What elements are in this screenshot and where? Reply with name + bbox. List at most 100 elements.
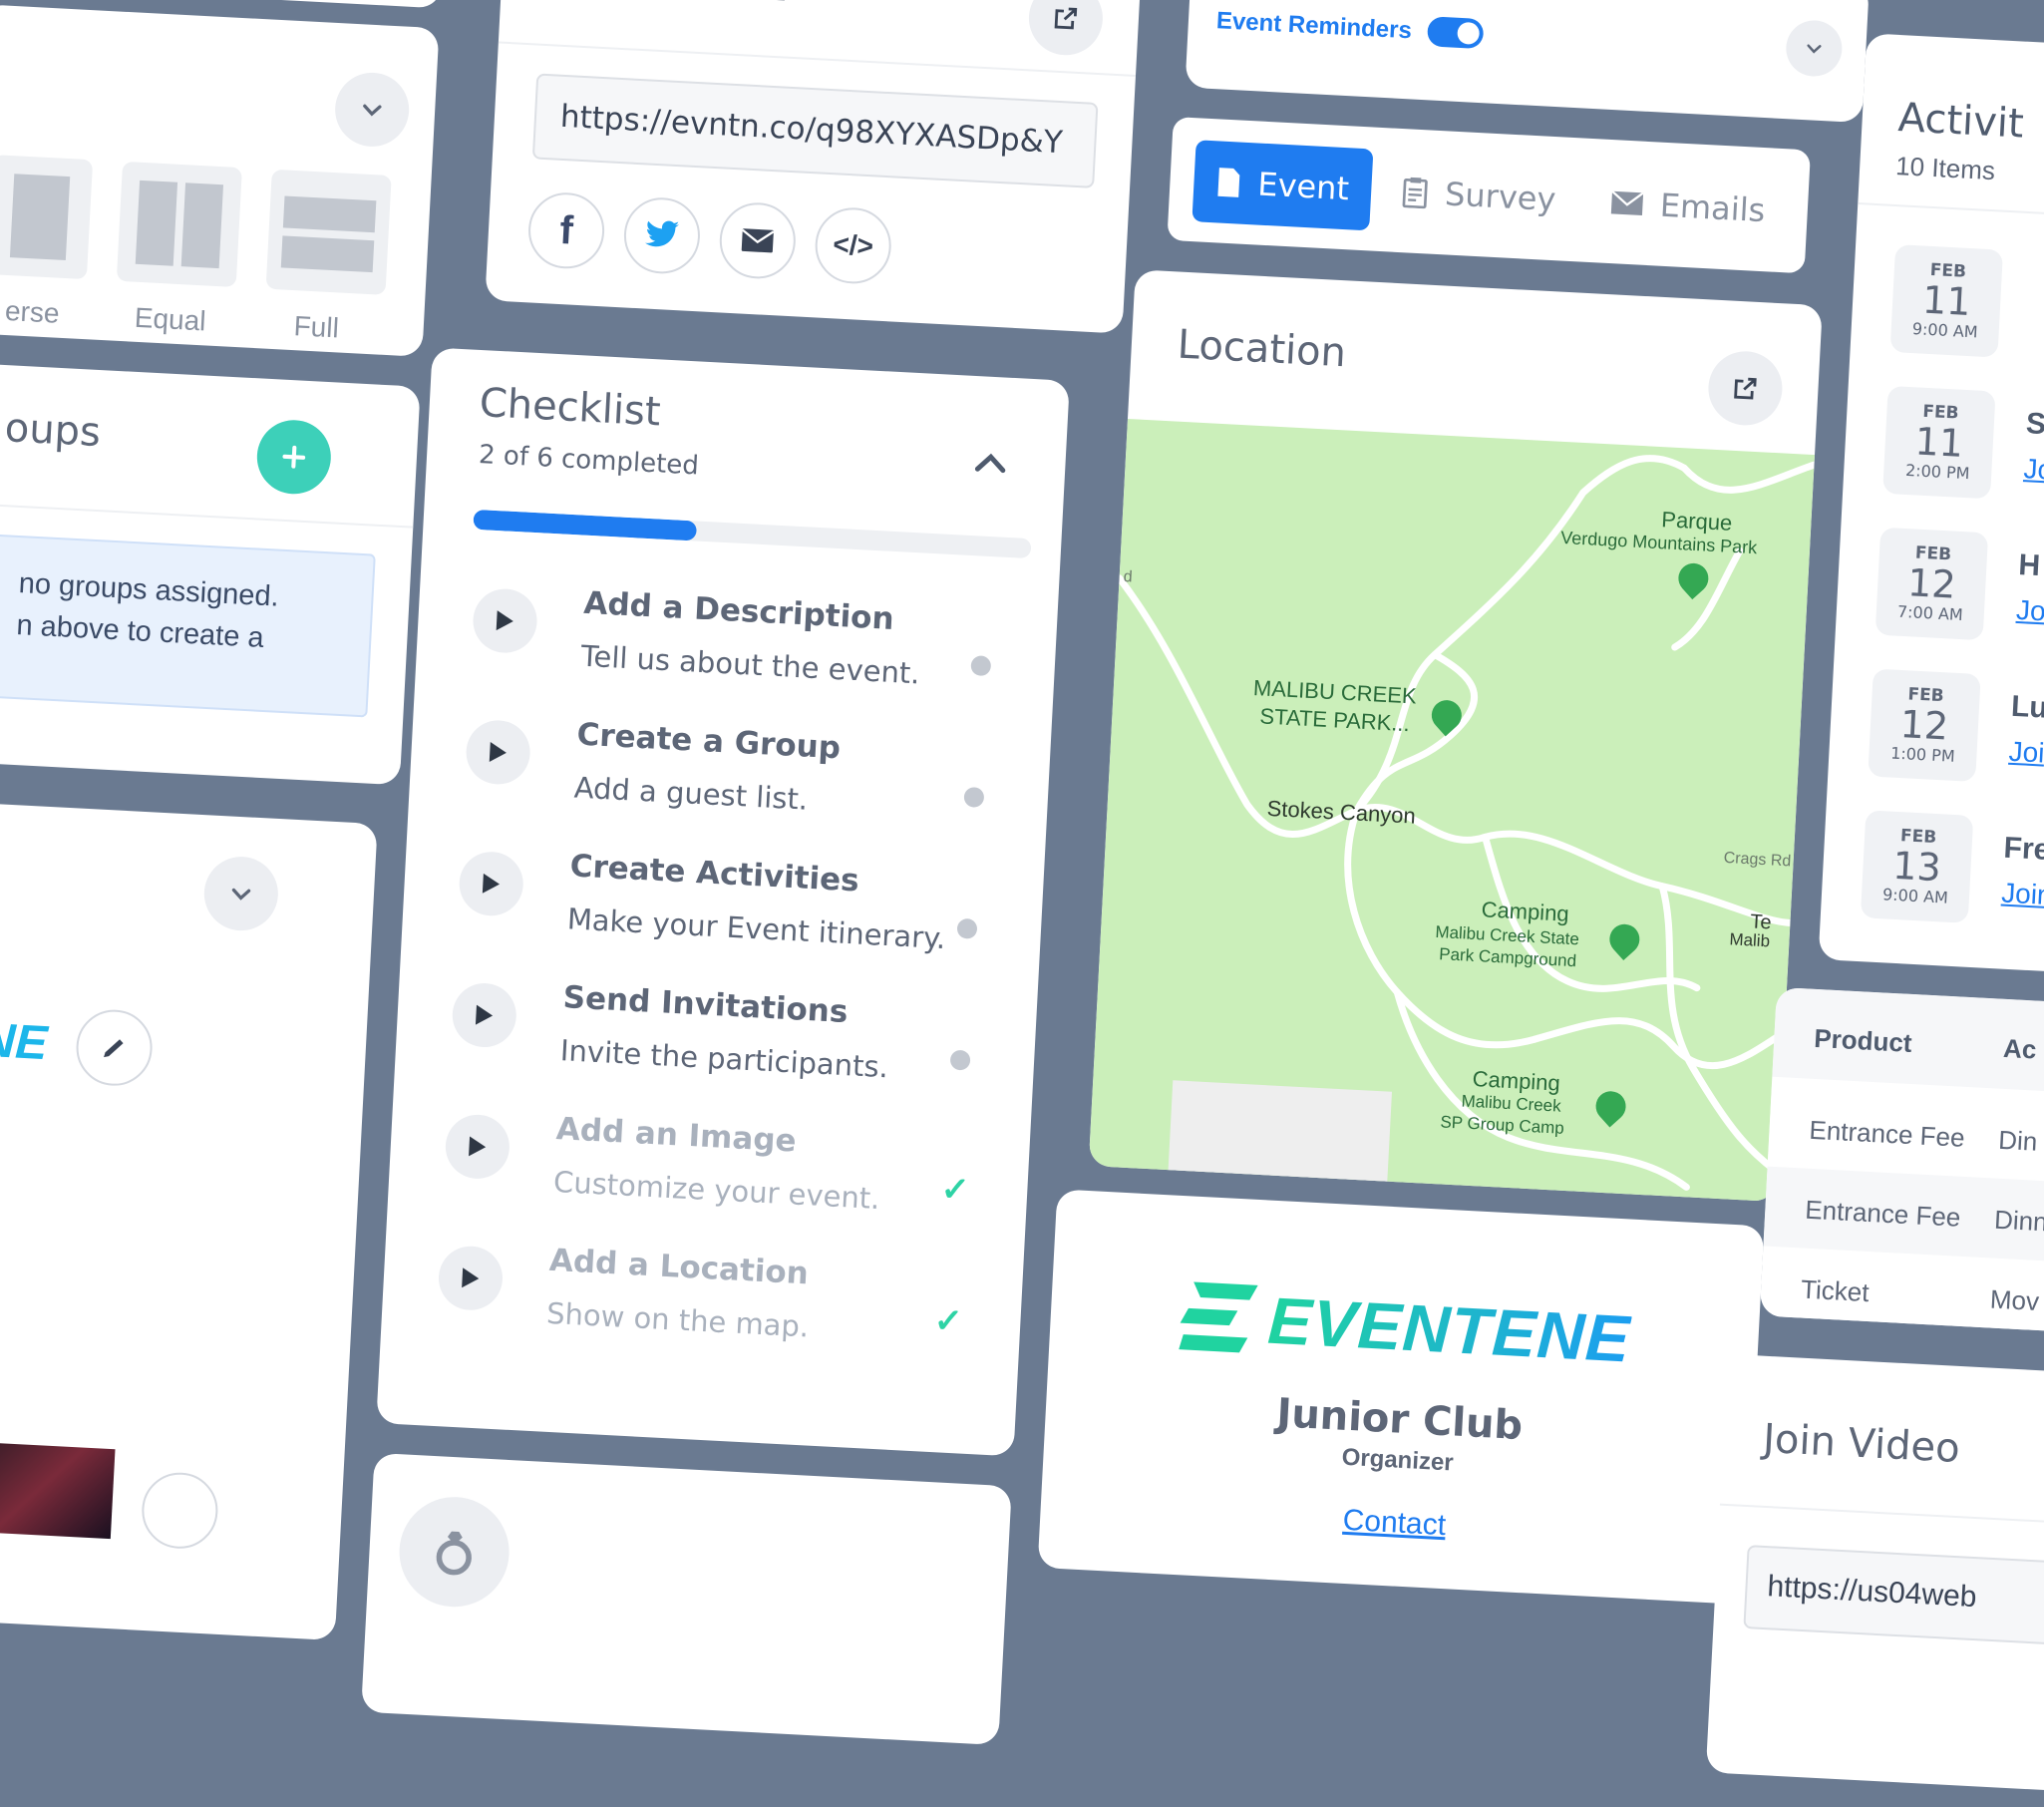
pencil-icon <box>104 1039 124 1058</box>
envelope-icon <box>1610 189 1644 216</box>
share-email-button[interactable] <box>717 200 798 281</box>
checklist-item[interactable]: Add an Image Customize your event. ✓ <box>442 1105 991 1253</box>
checklist-item[interactable]: Add a Location Show on the map. ✓ <box>435 1237 984 1384</box>
reminders-card: Event Reminders <box>1185 0 1870 124</box>
divider <box>0 502 414 529</box>
event-photo-thumbnail <box>0 1441 116 1540</box>
checkmark-icon: ✓ <box>932 1301 964 1341</box>
document-icon <box>1217 168 1240 197</box>
activity-item: FEB 12 1:00 PM Lu Joi <box>1868 668 2044 799</box>
photo-action-button[interactable] <box>140 1470 220 1551</box>
checklist-title: Checklist <box>478 379 662 436</box>
eventene-logo: EVENTENE <box>1179 1275 1632 1379</box>
share-twitter-button[interactable] <box>622 195 702 276</box>
checklist-item-subtitle: Invite the participants. <box>559 1033 889 1085</box>
chevron-down-icon <box>1807 44 1822 54</box>
play-button[interactable] <box>471 586 539 655</box>
event-reminders-toggle[interactable] <box>1426 16 1485 50</box>
tab-survey[interactable]: Survey <box>1377 150 1579 241</box>
checklist-item[interactable]: Send Invitations Invite the participants. <box>449 973 998 1121</box>
checklist-item-subtitle: Add a guest list. <box>572 770 809 817</box>
logo-card: NE <box>0 801 378 1641</box>
map-label: Camping <box>1481 897 1570 926</box>
checklist-item[interactable]: Create a Group Add a guest list. <box>462 711 1011 859</box>
activity-name: S <box>2025 407 2044 442</box>
chevron-down-icon <box>231 888 251 901</box>
join-video-card: Join Video https://us04web <box>1705 1353 2044 1795</box>
eventene-mark-icon <box>1179 1281 1258 1353</box>
location-card: Location Parque Verdugo Mountains Park M… <box>1088 269 1823 1203</box>
organizer-card: EVENTENE Junior Club Organizer Contact <box>1037 1189 1765 1606</box>
event-tabs-card: Event Survey Emails <box>1167 116 1812 274</box>
logo-text-partial: NE <box>0 1013 49 1071</box>
toggle-knob <box>1457 21 1481 45</box>
checklist-progress-bar <box>473 509 1032 559</box>
activity-join-link[interactable]: Jo <box>2015 594 2044 628</box>
external-link-icon <box>1054 7 1078 30</box>
play-button[interactable] <box>458 850 525 917</box>
activity-join-link[interactable]: Join <box>2000 878 2044 912</box>
email-icon <box>741 228 775 253</box>
play-button[interactable] <box>437 1245 505 1312</box>
play-button[interactable] <box>451 981 518 1049</box>
add-group-button[interactable] <box>254 418 333 497</box>
products-header-row: Product Ac <box>1772 986 2044 1098</box>
activity-day: 11 <box>1920 277 1972 325</box>
play-icon <box>496 610 513 631</box>
join-video-url-field[interactable]: https://us04web <box>1743 1545 2044 1650</box>
table-cell: Ticket <box>1800 1273 1871 1308</box>
checklist-item[interactable]: Add a Description Tell us about the event… <box>469 579 1018 727</box>
activities-title: Activit <box>1896 95 2025 148</box>
activity-item: FEB 11 9:00 AM <box>1889 244 2044 375</box>
activity-date-badge: FEB 13 9:00 AM <box>1860 810 1974 923</box>
logo-collapse-button[interactable] <box>201 855 280 933</box>
contact-link[interactable]: Contact <box>1040 1488 1749 1559</box>
chevron-down-icon <box>363 104 382 117</box>
checkmark-icon: ✓ <box>939 1170 971 1210</box>
eventene-wordmark: EVENTENE <box>1265 1282 1633 1376</box>
location-open-external-button[interactable] <box>1706 349 1785 428</box>
edit-logo-button[interactable] <box>74 1007 155 1088</box>
pending-dot-icon <box>963 786 985 808</box>
checklist-collapse-button[interactable] <box>972 450 1024 493</box>
checklist-item-subtitle: Make your Event itinerary. <box>566 902 947 956</box>
facebook-icon: f <box>558 207 574 253</box>
layout-option-equal[interactable] <box>116 161 242 288</box>
checklist-item-title: Create a Group <box>575 716 842 767</box>
activity-join-link[interactable]: Joi <box>2008 736 2044 770</box>
groups-title: oups <box>3 405 103 457</box>
groups-card: oups no groups assigned. n above to crea… <box>0 362 421 786</box>
activity-name: Lu <box>2010 689 2044 725</box>
tab-emails[interactable]: Emails <box>1586 161 1789 252</box>
play-button[interactable] <box>464 718 532 787</box>
location-map[interactable]: Parque Verdugo Mountains Park MALIBU CRE… <box>1088 419 1816 1203</box>
pending-dot-icon <box>949 1049 971 1071</box>
checklist-items: Add a Description Tell us about the event… <box>433 347 1070 1343</box>
share-embed-button[interactable]: </> <box>813 205 893 286</box>
checklist-card: Checklist 2 of 6 completed Add a Descrip… <box>376 347 1070 1457</box>
join-video-title: Join Video <box>1762 1415 1961 1473</box>
join-video-url: https://us04web <box>1766 1570 1978 1615</box>
layout-collapse-button[interactable] <box>333 71 412 149</box>
reminders-collapse-button[interactable] <box>1784 19 1844 78</box>
layout-option-label: Equal <box>134 301 207 337</box>
activity-day: 11 <box>1913 419 1965 466</box>
tab-event[interactable]: Event <box>1192 140 1374 231</box>
play-icon <box>462 1267 480 1288</box>
divider <box>1858 202 2044 225</box>
checklist-item-subtitle: Tell us about the event. <box>579 638 921 691</box>
checklist-item[interactable]: Create Activities Make your Event itinera… <box>456 843 1005 990</box>
layout-option-reverse[interactable] <box>0 155 94 280</box>
layout-option-full[interactable] <box>265 169 392 295</box>
activity-join-link[interactable]: Jo <box>2023 453 2044 487</box>
share-facebook-button[interactable]: f <box>526 190 607 271</box>
groups-empty-notice: no groups assigned. n above to create a <box>0 533 376 718</box>
ring-badge <box>396 1494 512 1611</box>
map-label: Crags Rd <box>1723 849 1792 871</box>
play-button[interactable] <box>444 1113 511 1181</box>
products-card: Product Ac Entrance Fee Din Entrance Fee Di… <box>1759 986 2044 1337</box>
activity-list: FEB 11 9:00 AM FEB 11 2:00 PM S Jo FEB 12 7:00 AM H… <box>1860 33 2044 923</box>
share-url-field[interactable]: https://evntn.co/q98XYXASDp&Y <box>531 73 1099 188</box>
share-open-external-button[interactable] <box>1027 0 1105 58</box>
top-left-card-edge <box>0 0 447 9</box>
